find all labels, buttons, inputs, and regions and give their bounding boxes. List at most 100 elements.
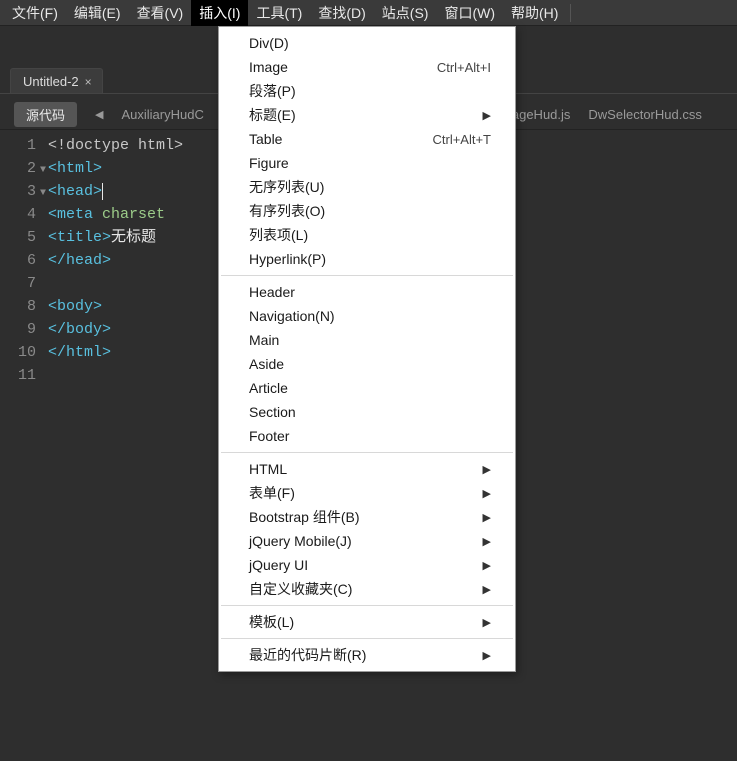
insert-dropdown-menu: Div(D)ImageCtrl+Alt+I段落(P)标题(E)▶TableCtr… xyxy=(218,26,516,672)
code-line[interactable]: </head> xyxy=(48,249,183,272)
dropdown-item-label: Aside xyxy=(249,356,284,372)
line-number: 7 xyxy=(6,272,36,295)
chevron-right-icon: ▶ xyxy=(483,535,491,548)
dropdown-item[interactable]: Article xyxy=(219,376,515,400)
menu-item[interactable]: 文件(F) xyxy=(4,0,66,26)
line-number: 4 xyxy=(6,203,36,226)
code-line[interactable]: </body> xyxy=(48,318,183,341)
dropdown-item-label: 段落(P) xyxy=(249,81,296,101)
fold-marker-icon[interactable]: ▼ xyxy=(40,159,46,182)
dropdown-item[interactable]: Main xyxy=(219,328,515,352)
line-number: 10 xyxy=(6,341,36,364)
file-tab-label: Untitled-2 xyxy=(23,74,79,89)
dropdown-item-label: jQuery Mobile(J) xyxy=(249,533,352,549)
line-number: 6 xyxy=(6,249,36,272)
dropdown-item[interactable]: 表单(F)▶ xyxy=(219,481,515,505)
dropdown-item-label: 标题(E) xyxy=(249,105,296,125)
dropdown-item[interactable]: 列表项(L) xyxy=(219,223,515,247)
line-number: 1 xyxy=(6,134,36,157)
dropdown-item[interactable]: Aside xyxy=(219,352,515,376)
chevron-right-icon: ▶ xyxy=(483,559,491,572)
chevron-right-icon: ▶ xyxy=(483,616,491,629)
dropdown-item-label: Div(D) xyxy=(249,35,289,51)
code-content[interactable]: <!doctype html><html><head><meta charset… xyxy=(48,134,183,387)
dropdown-item[interactable]: Header xyxy=(219,280,515,304)
dropdown-item[interactable]: 模板(L) ▶ xyxy=(219,610,515,634)
dropdown-separator xyxy=(221,638,513,639)
dropdown-item[interactable]: jQuery UI▶ xyxy=(219,553,515,577)
dropdown-shortcut: Ctrl+Alt+T xyxy=(432,132,491,147)
dropdown-separator xyxy=(221,275,513,276)
menu-item[interactable]: 帮助(H) xyxy=(503,0,566,26)
dropdown-item[interactable]: 段落(P) xyxy=(219,79,515,103)
dropdown-item[interactable]: Table Ctrl+Alt+T xyxy=(219,127,515,151)
dropdown-item-label: Section xyxy=(249,404,296,420)
line-number: 9 xyxy=(6,318,36,341)
related-file[interactable]: ageHud.js xyxy=(512,107,571,122)
dropdown-item[interactable]: Hyperlink(P) xyxy=(219,247,515,271)
code-line[interactable]: <body> xyxy=(48,295,183,318)
dropdown-item[interactable]: Div(D) xyxy=(219,31,515,55)
code-line[interactable]: <html> xyxy=(48,157,183,180)
dropdown-item[interactable]: 最近的代码片断(R) ▶ xyxy=(219,643,515,667)
code-line[interactable]: </html> xyxy=(48,341,183,364)
dropdown-item[interactable]: 自定义收藏夹(C)▶ xyxy=(219,577,515,601)
line-gutter: 12▼3▼4567891011 xyxy=(6,134,48,387)
code-line[interactable] xyxy=(48,272,183,295)
related-file[interactable]: DwSelectorHud.css xyxy=(588,107,701,122)
dropdown-item-label: 有序列表(O) xyxy=(249,201,325,221)
dropdown-item[interactable]: Footer xyxy=(219,424,515,448)
dropdown-item[interactable]: Section xyxy=(219,400,515,424)
chevron-right-icon: ▶ xyxy=(483,649,491,662)
menu-item[interactable]: 工具(T) xyxy=(248,0,310,26)
related-file[interactable]: AuxiliaryHudC xyxy=(121,107,203,122)
menu-item[interactable]: 查看(V) xyxy=(129,0,192,26)
dropdown-item-label: Table xyxy=(249,131,282,147)
source-code-pill[interactable]: 源代码 xyxy=(14,102,77,127)
code-line[interactable]: <meta charset xyxy=(48,203,183,226)
chevron-right-icon: ▶ xyxy=(483,511,491,524)
dropdown-item-label: Footer xyxy=(249,428,289,444)
dropdown-item-label: 最近的代码片断(R) xyxy=(249,645,366,665)
dropdown-shortcut: Ctrl+Alt+I xyxy=(437,60,491,75)
dropdown-item-label: Image xyxy=(249,59,288,75)
code-line[interactable]: <!doctype html> xyxy=(48,134,183,157)
dropdown-item[interactable]: 无序列表(U) xyxy=(219,175,515,199)
code-line[interactable] xyxy=(48,364,183,387)
menu-item[interactable]: 站点(S) xyxy=(374,0,437,26)
dropdown-item-label: Navigation(N) xyxy=(249,308,335,324)
menu-item[interactable]: 编辑(E) xyxy=(66,0,129,26)
dropdown-item-label: 列表项(L) xyxy=(249,225,308,245)
code-line[interactable]: <title>无标题 xyxy=(48,226,183,249)
dropdown-item-label: Header xyxy=(249,284,295,300)
dropdown-item[interactable]: Figure xyxy=(219,151,515,175)
line-number: 5 xyxy=(6,226,36,249)
chevron-left-icon[interactable]: ◀ xyxy=(95,108,103,121)
dropdown-item[interactable]: 有序列表(O) xyxy=(219,199,515,223)
file-tab-untitled[interactable]: Untitled-2 × xyxy=(10,68,103,93)
menu-item[interactable]: 窗口(W) xyxy=(436,0,503,26)
line-number: 2▼ xyxy=(6,157,36,180)
dropdown-item[interactable]: 标题(E)▶ xyxy=(219,103,515,127)
dropdown-separator xyxy=(221,452,513,453)
dropdown-item-label: 模板(L) xyxy=(249,612,294,632)
dropdown-item[interactable]: HTML▶ xyxy=(219,457,515,481)
menu-item[interactable]: 插入(I) xyxy=(191,0,248,26)
dropdown-item[interactable]: Navigation(N) xyxy=(219,304,515,328)
dropdown-item[interactable]: jQuery Mobile(J) ▶ xyxy=(219,529,515,553)
dropdown-item-label: HTML xyxy=(249,461,287,477)
fold-marker-icon[interactable]: ▼ xyxy=(40,182,46,205)
menu-divider xyxy=(570,4,571,22)
dropdown-item-label: 表单(F) xyxy=(249,483,295,503)
dropdown-item-label: Hyperlink(P) xyxy=(249,251,326,267)
close-icon[interactable]: × xyxy=(85,75,92,89)
dropdown-item-label: Main xyxy=(249,332,279,348)
dropdown-item[interactable]: Image Ctrl+Alt+I xyxy=(219,55,515,79)
menubar: 文件(F)编辑(E)查看(V)插入(I)工具(T)查找(D)站点(S)窗口(W)… xyxy=(0,0,737,26)
dropdown-item-label: Bootstrap 组件(B) xyxy=(249,507,359,527)
line-number: 11 xyxy=(6,364,36,387)
dropdown-item[interactable]: Bootstrap 组件(B) ▶ xyxy=(219,505,515,529)
code-line[interactable]: <head> xyxy=(48,180,183,203)
line-number: 3▼ xyxy=(6,180,36,203)
menu-item[interactable]: 查找(D) xyxy=(310,0,373,26)
